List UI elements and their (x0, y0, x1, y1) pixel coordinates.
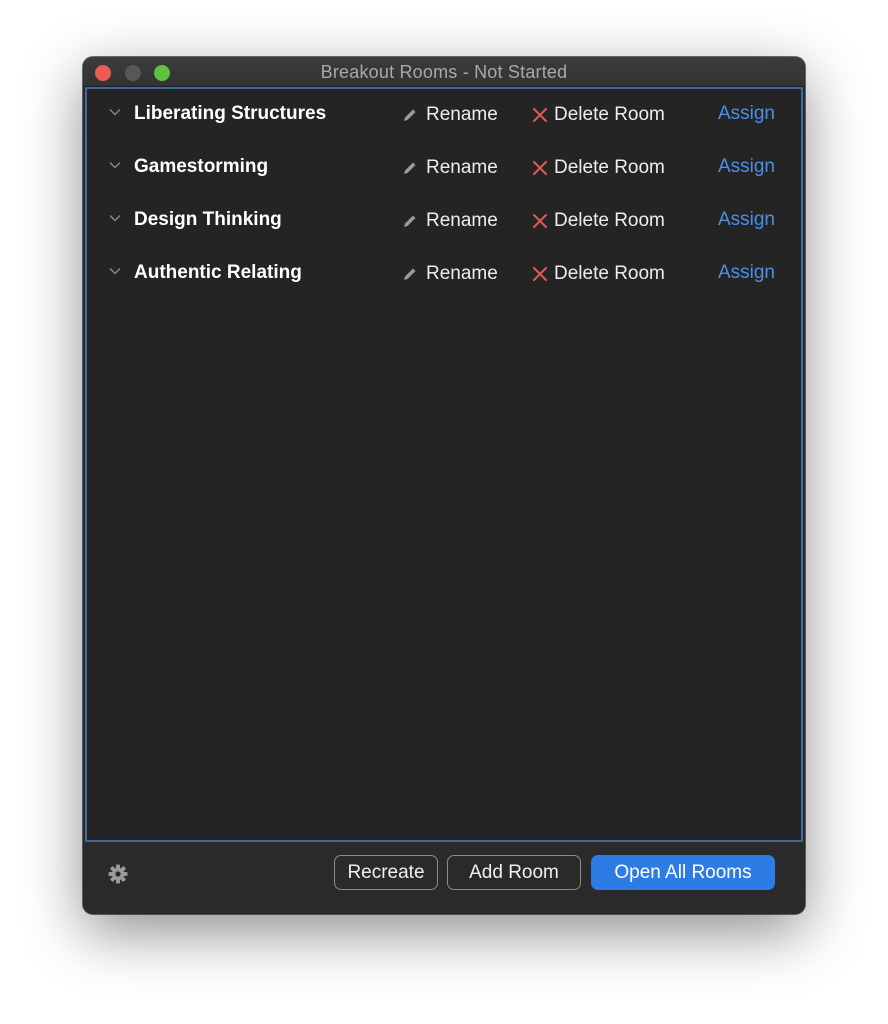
rename-button[interactable]: Rename (402, 101, 498, 129)
chevron-down-icon[interactable] (108, 211, 122, 225)
room-row: Gamestorming Rename Delete Room Assign (87, 148, 801, 188)
rename-label: Rename (426, 157, 498, 178)
assign-link[interactable]: Assign (718, 209, 775, 231)
gear-icon[interactable] (107, 863, 129, 885)
breakout-rooms-window: Breakout Rooms - Not Started Liberating … (83, 57, 805, 914)
chevron-down-icon[interactable] (108, 158, 122, 172)
close-icon (533, 214, 547, 228)
delete-room-label: Delete Room (554, 263, 665, 284)
room-name: Liberating Structures (134, 103, 327, 124)
recreate-button[interactable]: Recreate (334, 855, 438, 890)
delete-room-button[interactable]: Delete Room (532, 207, 665, 235)
rename-button[interactable]: Rename (402, 154, 498, 182)
room-row: Design Thinking Rename Delete Room Assig… (87, 201, 801, 241)
delete-room-button[interactable]: Delete Room (532, 154, 665, 182)
rename-button[interactable]: Rename (402, 207, 498, 235)
pencil-icon (404, 162, 416, 174)
add-room-button[interactable]: Add Room (447, 855, 581, 890)
rename-label: Rename (426, 210, 498, 231)
pencil-icon (404, 215, 416, 227)
chevron-down-icon[interactable] (108, 264, 122, 278)
room-row: Liberating Structures Rename Delete Room… (87, 95, 801, 135)
room-name: Authentic Relating (134, 262, 302, 283)
rename-label: Rename (426, 104, 498, 125)
delete-room-label: Delete Room (554, 210, 665, 231)
pencil-icon (404, 109, 416, 121)
room-row: Authentic Relating Rename Delete Room As… (87, 254, 801, 294)
footer-bar: Recreate Add Room Open All Rooms (83, 842, 805, 914)
rename-label: Rename (426, 263, 498, 284)
close-icon (533, 267, 547, 281)
rooms-list[interactable]: Liberating Structures Rename Delete Room… (85, 87, 803, 842)
delete-room-button[interactable]: Delete Room (532, 101, 665, 129)
room-name: Design Thinking (134, 209, 282, 230)
close-icon (533, 108, 547, 122)
assign-link[interactable]: Assign (718, 262, 775, 284)
chevron-down-icon[interactable] (108, 105, 122, 119)
open-all-rooms-button[interactable]: Open All Rooms (591, 855, 775, 890)
assign-link[interactable]: Assign (718, 103, 775, 125)
assign-link[interactable]: Assign (718, 156, 775, 178)
delete-room-button[interactable]: Delete Room (532, 260, 665, 288)
rename-button[interactable]: Rename (402, 260, 498, 288)
window-title: Breakout Rooms - Not Started (320, 62, 568, 82)
room-name: Gamestorming (134, 156, 269, 177)
pencil-icon (404, 268, 416, 280)
close-icon (533, 161, 547, 175)
delete-room-label: Delete Room (554, 157, 665, 178)
delete-room-label: Delete Room (554, 104, 665, 125)
title-bar[interactable]: Breakout Rooms - Not Started (83, 57, 805, 87)
